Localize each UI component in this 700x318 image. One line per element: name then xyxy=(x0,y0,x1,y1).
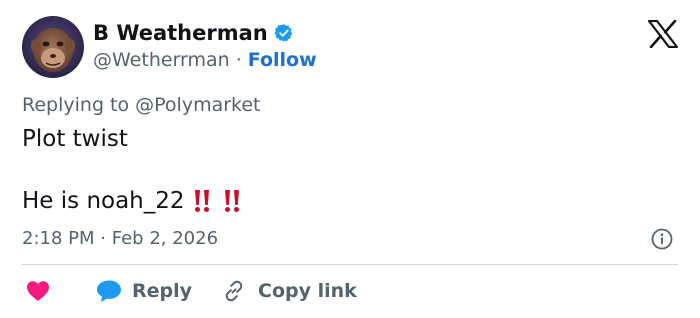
link-icon xyxy=(225,280,243,302)
reply-button[interactable]: Reply xyxy=(96,279,192,303)
author-display-name[interactable]: B Weatherman xyxy=(93,20,268,46)
double-exclamation-icon xyxy=(189,188,215,214)
author-handle[interactable]: @Wetherrman xyxy=(93,47,230,73)
like-button[interactable] xyxy=(26,280,50,302)
double-exclamation-icon xyxy=(219,188,245,214)
speech-bubble-icon xyxy=(97,280,121,302)
tweet-timestamp[interactable]: 2:18 PM · Feb 2, 2026 xyxy=(22,227,218,251)
reply-context: Replying to @Polymarket xyxy=(22,93,261,117)
author-name-row: B Weatherman xyxy=(93,20,294,46)
x-logo-icon[interactable] xyxy=(647,19,679,49)
tweet-text-line-2-text: He is noah_22 xyxy=(22,188,185,214)
reply-label: Reply xyxy=(132,280,193,302)
tweet-text-line-1: Plot twist xyxy=(22,126,128,152)
tweet-time: 2:18 PM xyxy=(22,228,95,249)
reply-context-prefix: Replying to xyxy=(22,94,136,116)
tweet-date: Feb 2, 2026 xyxy=(111,228,219,249)
info-icon[interactable] xyxy=(651,228,673,250)
divider xyxy=(22,264,678,265)
tweet-text-line-2: He is noah_22 xyxy=(22,186,245,216)
avatar[interactable] xyxy=(22,16,84,78)
reply-mention-link[interactable]: @Polymarket xyxy=(135,94,260,116)
author-handle-row: @Wetherrman · Follow xyxy=(93,47,317,73)
ape-avatar xyxy=(31,28,75,72)
verified-badge-icon xyxy=(274,23,294,43)
copy-link-button[interactable]: Copy link xyxy=(222,279,357,303)
timestamp-separator: · xyxy=(100,228,106,249)
action-bar: Reply Copy link xyxy=(22,276,357,306)
copy-link-label: Copy link xyxy=(258,280,357,302)
handle-separator: · xyxy=(235,49,242,71)
follow-button[interactable]: Follow xyxy=(248,47,317,73)
heart-icon xyxy=(27,281,49,301)
